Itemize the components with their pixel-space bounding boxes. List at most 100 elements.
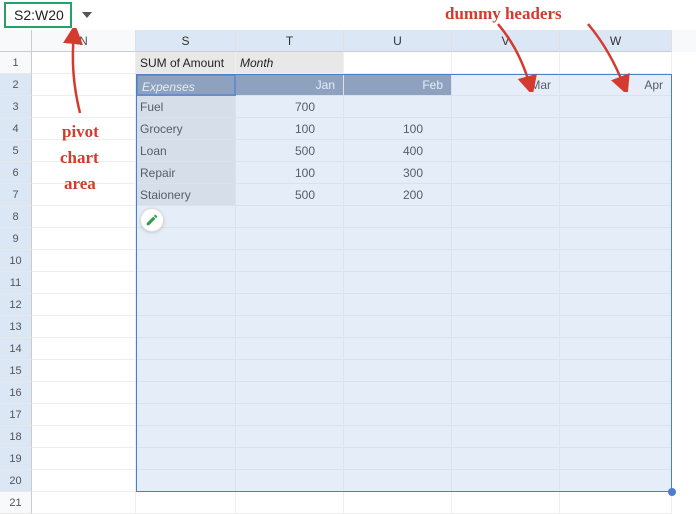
cell[interactable] [236,294,344,316]
cell[interactable]: Month [236,52,344,74]
cell[interactable] [32,470,136,492]
cell[interactable] [236,338,344,360]
cell[interactable] [560,316,672,338]
cell[interactable] [452,294,560,316]
cell[interactable]: 400 [344,140,452,162]
row-header[interactable]: 9 [0,228,32,250]
cell[interactable] [32,448,136,470]
cell[interactable] [32,184,136,206]
cell[interactable] [560,250,672,272]
row-header[interactable]: 1 [0,52,32,74]
cell[interactable] [236,404,344,426]
cell[interactable] [32,74,136,96]
cell[interactable] [560,338,672,360]
cell[interactable] [236,448,344,470]
cell[interactable] [32,250,136,272]
cell[interactable] [32,338,136,360]
cell[interactable] [32,96,136,118]
cell[interactable] [32,426,136,448]
cell[interactable] [32,118,136,140]
cell[interactable]: 700 [236,96,344,118]
cell[interactable] [32,272,136,294]
cell[interactable] [452,316,560,338]
cell[interactable] [344,470,452,492]
cell[interactable] [560,140,672,162]
cell[interactable] [344,360,452,382]
column-header-N[interactable]: N [32,30,136,52]
cell[interactable] [136,492,236,514]
cell[interactable] [344,338,452,360]
cell[interactable]: Expenses [136,74,236,96]
row-header[interactable]: 21 [0,492,32,514]
cell[interactable] [32,360,136,382]
cell[interactable] [560,448,672,470]
row-header[interactable]: 11 [0,272,32,294]
cell[interactable] [452,250,560,272]
cell[interactable]: Mar [452,74,560,96]
cell[interactable]: Repair [136,162,236,184]
row-header[interactable]: 7 [0,184,32,206]
row-header[interactable]: 17 [0,404,32,426]
cell[interactable] [344,426,452,448]
name-box[interactable]: S2:W20 [4,2,72,28]
cell[interactable]: 500 [236,140,344,162]
cell[interactable] [32,206,136,228]
cell[interactable] [236,206,344,228]
row-header[interactable]: 19 [0,448,32,470]
cell[interactable] [560,118,672,140]
cell[interactable] [452,360,560,382]
cell[interactable] [560,272,672,294]
edit-pivot-button[interactable] [140,208,164,232]
cell[interactable] [560,404,672,426]
cell[interactable] [32,140,136,162]
select-all-corner[interactable] [0,30,32,52]
cell[interactable] [236,360,344,382]
cell[interactable] [236,272,344,294]
cell[interactable]: 100 [344,118,452,140]
cell[interactable] [452,492,560,514]
selection-handle[interactable] [668,488,676,496]
cell[interactable] [452,404,560,426]
row-header[interactable]: 8 [0,206,32,228]
cell[interactable]: Jan [236,74,344,96]
cell[interactable] [560,360,672,382]
cell[interactable]: 100 [236,162,344,184]
row-header[interactable]: 15 [0,360,32,382]
cell[interactable] [452,206,560,228]
row-header[interactable]: 18 [0,426,32,448]
cell[interactable]: Apr [560,74,672,96]
cell[interactable] [32,404,136,426]
cell[interactable] [136,404,236,426]
cell[interactable] [344,382,452,404]
cell[interactable] [136,294,236,316]
cell[interactable]: 500 [236,184,344,206]
cell[interactable] [560,294,672,316]
cell[interactable]: 200 [344,184,452,206]
cell[interactable] [452,184,560,206]
cell[interactable] [236,426,344,448]
cell[interactable]: Grocery [136,118,236,140]
cell[interactable] [560,162,672,184]
cell[interactable] [560,206,672,228]
cell[interactable] [560,96,672,118]
cell[interactable] [32,228,136,250]
cell[interactable] [452,470,560,492]
cell[interactable]: Feb [344,74,452,96]
column-header-T[interactable]: T [236,30,344,52]
cell[interactable] [560,470,672,492]
cell[interactable] [236,250,344,272]
cell[interactable] [452,118,560,140]
column-header-V[interactable]: V [452,30,560,52]
cell[interactable] [136,316,236,338]
cell[interactable] [452,96,560,118]
cell[interactable] [136,250,236,272]
spreadsheet-grid[interactable]: NSTUVW 1SUM of AmountMonth2ExpensesJanFe… [0,30,696,514]
cell[interactable] [136,426,236,448]
cell[interactable] [236,316,344,338]
cell[interactable]: Staionery [136,184,236,206]
cell[interactable]: Fuel [136,96,236,118]
cell[interactable] [560,228,672,250]
row-header[interactable]: 2 [0,74,32,96]
cell[interactable] [452,382,560,404]
cell[interactable]: 100 [236,118,344,140]
